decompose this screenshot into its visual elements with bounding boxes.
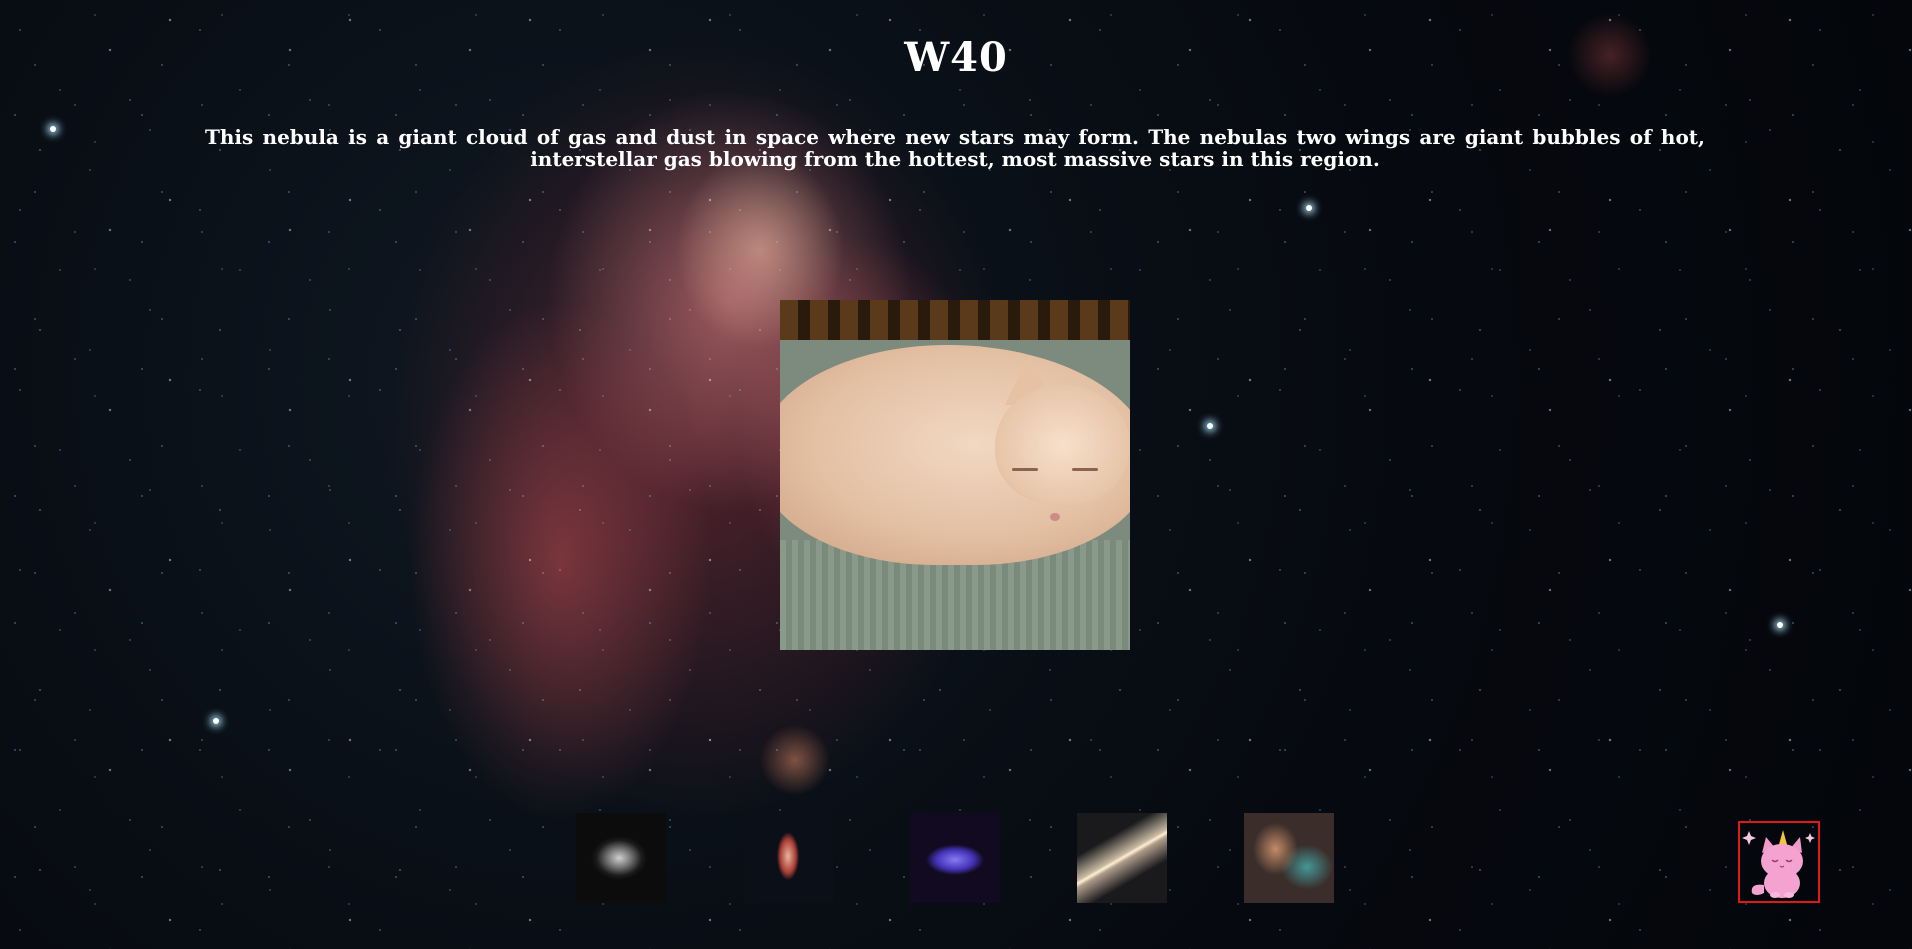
unicorn-cat-button[interactable] bbox=[1738, 821, 1820, 903]
page-title: W40 bbox=[904, 34, 1008, 81]
cat-nose bbox=[1050, 513, 1060, 521]
bright-star bbox=[1207, 423, 1213, 429]
spiral-galaxy-thumbnail[interactable] bbox=[1077, 813, 1167, 903]
bright-star bbox=[1306, 205, 1312, 211]
space-background: W40 This nebula is a giant cloud of gas … bbox=[0, 0, 1912, 949]
galaxy-thumbnail[interactable] bbox=[576, 813, 666, 903]
cat-eye bbox=[1012, 468, 1038, 471]
unicorn-cat-icon bbox=[1742, 830, 1815, 898]
bright-star bbox=[1777, 622, 1783, 628]
sleeping-cat-image bbox=[780, 300, 1130, 650]
cluster-thumbnail[interactable] bbox=[910, 813, 1000, 903]
bright-star bbox=[213, 718, 219, 724]
thumbnail-gallery bbox=[576, 813, 1336, 903]
bed-slats bbox=[780, 300, 1130, 340]
cat-head bbox=[995, 385, 1130, 505]
cat-eye bbox=[1072, 468, 1098, 471]
nebula-cloud-thumbnail[interactable] bbox=[1244, 813, 1334, 903]
bright-star bbox=[50, 126, 56, 132]
nebula-description: This nebula is a giant cloud of gas and … bbox=[205, 125, 1705, 171]
nebula-thumbnail[interactable] bbox=[743, 813, 833, 903]
